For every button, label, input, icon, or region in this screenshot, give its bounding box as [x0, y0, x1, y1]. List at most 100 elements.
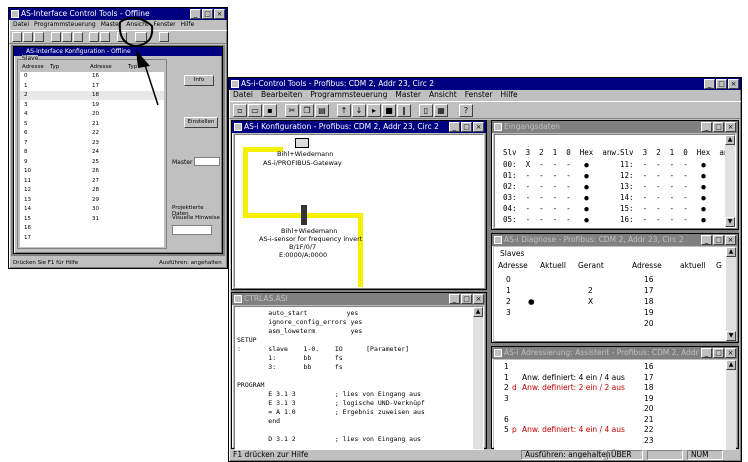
scroll-down-icon[interactable]: ▼	[725, 217, 735, 227]
main-mdi-area: AS-i Konfiguration - Profibus: CDM 2, Ad…	[231, 120, 739, 450]
maximize-icon[interactable]: □	[713, 348, 724, 358]
maximize-icon[interactable]: □	[713, 235, 724, 245]
addr-right-num: 22	[644, 425, 654, 434]
main-status-ueber: ÜBER	[607, 450, 643, 460]
diagnose-title: AS-i Diagnose - Profibus: CDM 2, Addr 23…	[504, 235, 684, 244]
save-icon[interactable]: ▪	[263, 104, 277, 117]
diag-col-adresse: Adresse	[498, 261, 528, 270]
main-statusbar: F1 drücken zur Hilfe Ausführen: angehalt…	[229, 449, 741, 461]
gateway-icon[interactable]	[295, 138, 309, 148]
addr-row[interactable]: 20	[494, 404, 726, 414]
program-window: CTRLAS.ASI _ □ × auto_start yes ignore_con…	[231, 292, 487, 450]
scroll-up-icon[interactable]: ▲	[726, 247, 736, 257]
minimize-icon[interactable]: _	[449, 122, 460, 132]
close-icon[interactable]: ×	[728, 79, 739, 89]
scroll-up-icon[interactable]: ▲	[473, 307, 483, 317]
copy-icon[interactable]: ❐	[300, 104, 314, 117]
config-icon[interactable]: ▦	[434, 104, 448, 117]
program-line: D 3.1 2 ; lies von Eingang aus	[237, 435, 421, 443]
help-icon[interactable]: ?	[459, 104, 473, 117]
maximize-icon[interactable]: □	[716, 79, 727, 89]
diag-row[interactable]: 2 ● X 18	[494, 297, 726, 308]
program-line: auto_start yes	[237, 309, 359, 317]
close-icon[interactable]: ×	[725, 348, 736, 358]
program-line: = A 1.0 ; Ergebnis zuweisen aus	[237, 408, 425, 416]
close-icon[interactable]: ×	[725, 235, 736, 245]
app-icon	[494, 236, 502, 244]
input-row: 00: X - - - ●	[503, 160, 589, 169]
scroll-down-icon[interactable]: ▼	[726, 331, 736, 341]
sensor-icon[interactable]	[301, 205, 307, 225]
step-icon[interactable]: ↑	[337, 104, 351, 117]
addr-num: 3	[504, 393, 509, 403]
scroll-up-icon[interactable]: ▲	[726, 360, 736, 370]
maximize-icon[interactable]: □	[461, 294, 472, 304]
menu-bearbeiten[interactable]: Bearbeiten	[261, 90, 302, 100]
maximize-icon[interactable]: □	[461, 122, 472, 132]
program-line: : slave 1-0. IO [Parameter]	[237, 345, 410, 353]
close-icon[interactable]: ×	[473, 122, 484, 132]
pause-icon[interactable]: ‖	[397, 104, 411, 117]
addressing-client: 1 16 1 Anw. definiert: 4 ein / 4 aus 17 2 d Anw…	[494, 360, 736, 450]
diag-addr-2: 18	[644, 297, 654, 306]
diag-addr: 3	[506, 308, 511, 317]
diag-addr-2: 17	[644, 286, 654, 295]
program-line: asm_loweterm yes	[237, 327, 363, 335]
input-vscroll[interactable]: ▲ ▼	[725, 135, 735, 227]
close-icon[interactable]: ×	[725, 122, 736, 132]
diag-row[interactable]: 3 19	[494, 308, 726, 319]
minimize-icon[interactable]: _	[701, 122, 712, 132]
program-title: CTRLAS.ASI	[244, 294, 288, 303]
cut-icon[interactable]: ✂	[285, 104, 299, 117]
diag-addr: 0	[506, 275, 511, 284]
program-line: PROGRAM	[237, 381, 265, 389]
minimize-icon[interactable]: _	[704, 79, 715, 89]
play-icon[interactable]: ▸	[367, 104, 381, 117]
menu-master[interactable]: Master	[395, 90, 421, 100]
program-line: end	[237, 417, 281, 425]
diag-col-g: G	[716, 261, 722, 270]
stop-icon[interactable]: ■	[382, 104, 396, 117]
app-icon	[231, 80, 239, 88]
menu-hilfe[interactable]: Hilfe	[501, 90, 518, 100]
menu-programmsteuerung[interactable]: Programmsteuerung	[310, 90, 387, 100]
program-titlebar: CTRLAS.ASI _ □ ×	[232, 293, 486, 305]
addr-num: 5	[504, 425, 509, 434]
addr-row[interactable]: 6 21	[494, 415, 726, 425]
minimize-icon[interactable]: _	[701, 235, 712, 245]
addressing-vscroll[interactable]: ▲	[726, 360, 736, 450]
addr-row[interactable]: 5 p Anw. definiert: 4 ein / 4 aus 22	[494, 425, 726, 435]
addr-row[interactable]: 2 d Anw. definiert: 2 ein / 2 aus 18	[494, 383, 726, 393]
addressing-title: AS-i Adressierung: Assistent - Profibus:…	[504, 348, 711, 357]
arrow-head-icon	[136, 50, 150, 68]
minimize-icon[interactable]: _	[701, 348, 712, 358]
addr-right-num: 19	[644, 393, 654, 403]
diag-vscroll[interactable]: ▲ ▼	[726, 247, 736, 341]
down-icon[interactable]: ↓	[352, 104, 366, 117]
menu-datei[interactable]: Datei	[233, 90, 253, 100]
addr-row[interactable]: 1 16	[494, 362, 726, 372]
addr-row[interactable]: 1 Anw. definiert: 4 ein / 4 aus 17	[494, 373, 726, 383]
addr-text: Anw. definiert: 4 ein / 4 aus	[522, 425, 625, 434]
diagnose-icon[interactable]: ▯	[419, 104, 433, 117]
diag-row[interactable]: 20	[494, 319, 726, 330]
maximize-icon[interactable]: □	[713, 122, 724, 132]
addr-row[interactable]: 23	[494, 436, 726, 446]
addr-row[interactable]: 3 19	[494, 394, 726, 404]
scroll-up-icon[interactable]: ▲	[725, 135, 735, 145]
program-editor[interactable]: auto_start yes ignore_config_errors yes …	[234, 306, 484, 450]
paste-icon[interactable]: ▤	[315, 104, 329, 117]
close-icon[interactable]: ×	[473, 294, 484, 304]
input-titlebar: Eingangsdaten _ □ ×	[492, 121, 738, 133]
open-icon[interactable]: ▭	[248, 104, 262, 117]
bus-line-left	[243, 147, 248, 215]
minimize-icon[interactable]: _	[449, 294, 460, 304]
input-row: 03: - - - - ●	[503, 193, 589, 202]
diag-row[interactable]: 0 16	[494, 275, 726, 286]
menu-ansicht[interactable]: Ansicht	[429, 90, 457, 100]
diag-row[interactable]: 1 2 17	[494, 286, 726, 297]
menu-fenster[interactable]: Fenster	[465, 90, 493, 100]
new-icon[interactable]: ▫	[233, 104, 247, 117]
main-titlebar: AS-i-Control Tools - Profibus: CDM 2, Ad…	[229, 78, 741, 90]
program-vscroll[interactable]: ▲	[473, 307, 483, 449]
